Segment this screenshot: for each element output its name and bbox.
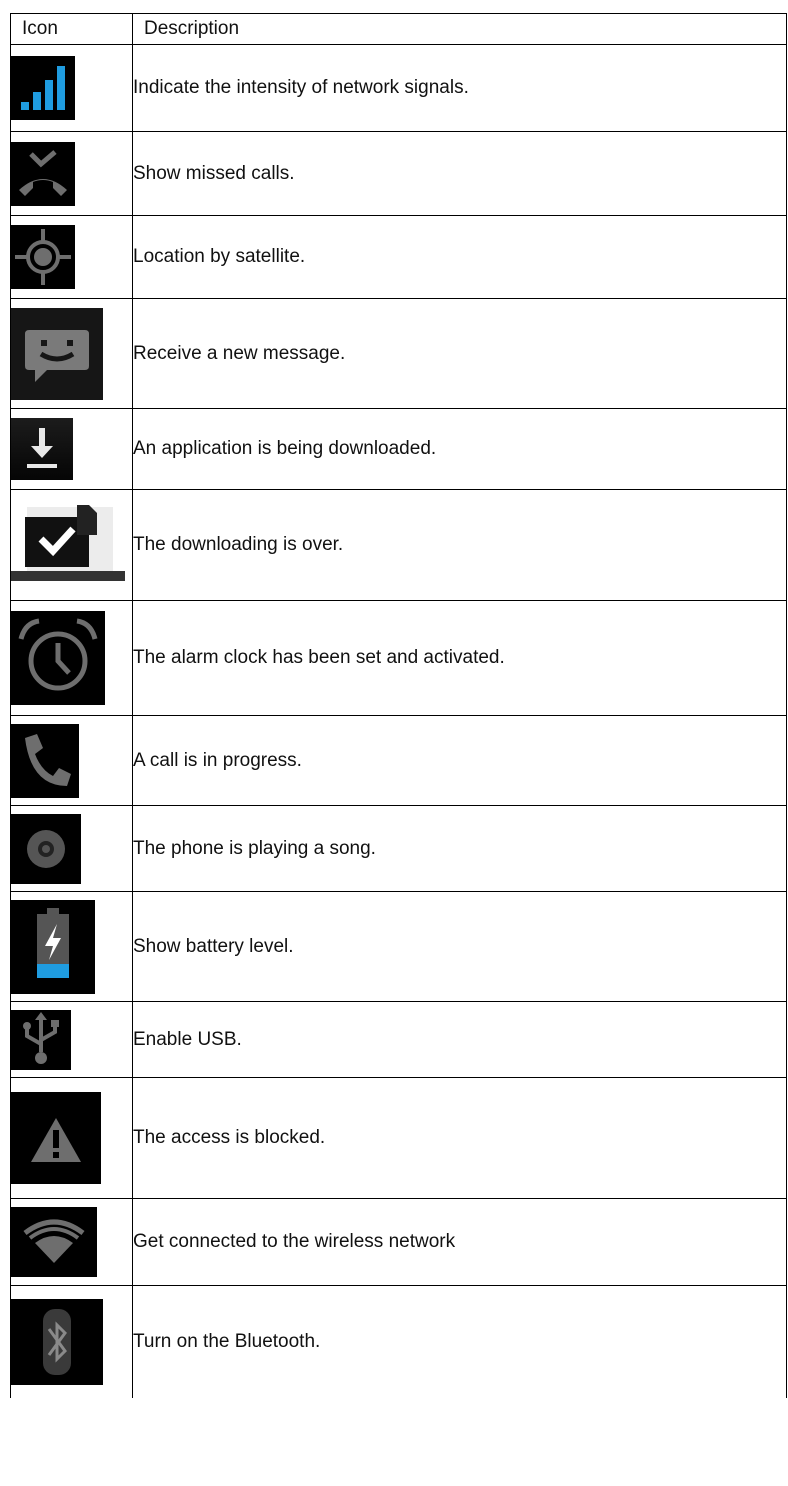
table-row: Receive a new message. — [10, 298, 787, 409]
table-row: Indicate the intensity of network signal… — [10, 44, 787, 132]
table-row: The access is blocked. — [10, 1077, 787, 1199]
gps-location-icon — [11, 225, 75, 289]
usb-icon — [11, 1009, 71, 1070]
row-description: Show battery level. — [132, 891, 787, 1002]
download-complete-icon — [11, 495, 125, 595]
status-icons-table: Icon Description Indicate the intensity … — [10, 13, 787, 1398]
new-message-icon — [11, 307, 103, 400]
row-description: Receive a new message. — [132, 298, 787, 409]
row-description: Turn on the Bluetooth. — [132, 1285, 787, 1398]
row-description: The phone is playing a song. — [132, 805, 787, 892]
row-description: The alarm clock has been set and activat… — [132, 600, 787, 716]
row-description: An application is being downloaded. — [132, 408, 787, 490]
table-row: Show battery level. — [10, 891, 787, 1002]
call-in-progress-icon — [11, 723, 79, 798]
warning-icon — [11, 1092, 101, 1184]
music-playing-icon — [11, 813, 81, 884]
table-row: Show missed calls. — [10, 131, 787, 216]
table-row: The phone is playing a song. — [10, 805, 787, 892]
table-row: A call is in progress. — [10, 715, 787, 806]
table-row: An application is being downloaded. — [10, 408, 787, 490]
row-description: Indicate the intensity of network signal… — [132, 44, 787, 132]
row-description: Get connected to the wireless network — [132, 1198, 787, 1286]
table-row: Enable USB. — [10, 1001, 787, 1078]
missed-call-icon — [11, 141, 75, 206]
row-description: A call is in progress. — [132, 715, 787, 806]
row-description: Show missed calls. — [132, 131, 787, 216]
row-description: The downloading is over. — [132, 489, 787, 601]
wifi-icon — [11, 1207, 97, 1277]
table-row: Turn on the Bluetooth. — [10, 1285, 787, 1398]
alarm-clock-icon — [11, 611, 105, 705]
signal-strength-icon — [11, 56, 75, 120]
bluetooth-icon — [11, 1298, 103, 1385]
row-description: Location by satellite. — [132, 215, 787, 299]
table-row: Location by satellite. — [10, 215, 787, 299]
battery-level-icon — [11, 899, 95, 994]
description-column-header: Description — [132, 13, 787, 45]
table-row: Get connected to the wireless network — [10, 1198, 787, 1286]
table-header-row: Icon Description — [10, 13, 787, 45]
table-row: The alarm clock has been set and activat… — [10, 600, 787, 716]
row-description: Enable USB. — [132, 1001, 787, 1078]
table-row: The downloading is over. — [10, 489, 787, 601]
icon-column-header: Icon — [10, 13, 133, 45]
download-icon — [11, 418, 73, 480]
row-description: The access is blocked. — [132, 1077, 787, 1199]
